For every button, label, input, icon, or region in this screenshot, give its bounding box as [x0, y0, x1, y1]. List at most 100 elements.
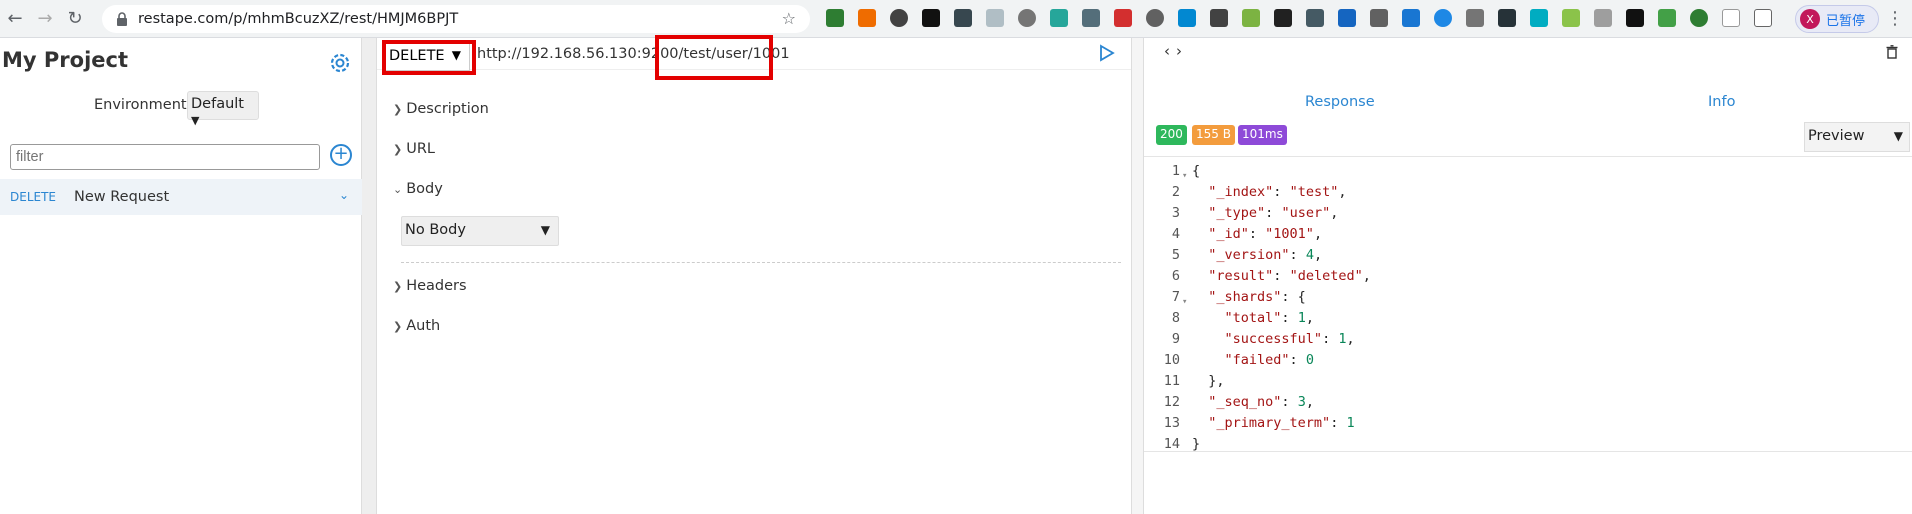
code-line: } — [1192, 436, 1201, 452]
section-headers[interactable]: ❯ Headers — [393, 278, 467, 294]
tab-info[interactable]: Info — [1708, 94, 1735, 110]
chevron-right-icon: ❯ — [393, 280, 403, 293]
extension-icon[interactable] — [922, 9, 940, 27]
code-line: "_id": "1001", — [1208, 226, 1323, 242]
profile-label: 已暂停 — [1826, 13, 1866, 29]
more-menu-icon[interactable]: ⋮ — [1886, 8, 1904, 29]
line-number: 11 — [1163, 373, 1180, 389]
request-list-item[interactable]: DELETE New Request ⌄ — [0, 179, 362, 215]
section-headers-label: Headers — [406, 278, 467, 294]
chevron-down-icon: ▼ — [1893, 129, 1903, 143]
extension-icon[interactable] — [1498, 9, 1516, 27]
tab-response[interactable]: Response — [1305, 94, 1375, 110]
extension-icon[interactable] — [1146, 9, 1164, 27]
body-type-select[interactable]: No Body ▼ — [401, 216, 559, 246]
status-badge: 200 — [1156, 125, 1187, 145]
environment-select[interactable]: Default ▼ — [187, 91, 259, 127]
media-icon[interactable] — [1754, 9, 1772, 27]
back-icon[interactable]: ← — [0, 4, 30, 34]
extension-icon[interactable] — [1370, 9, 1388, 27]
gear-icon[interactable] — [327, 50, 353, 76]
trash-icon[interactable] — [1886, 44, 1898, 59]
send-icon[interactable] — [1099, 44, 1115, 62]
fold-arrow-icon[interactable]: ▾ — [1182, 166, 1187, 187]
reload-icon[interactable]: ↻ — [60, 4, 90, 34]
line-number: 5 — [1171, 247, 1180, 263]
chevron-right-icon[interactable]: › — [1176, 42, 1188, 60]
code-line: "_type": "user", — [1208, 205, 1339, 221]
lock-icon — [116, 12, 128, 26]
chevron-left-icon[interactable]: ‹ — [1164, 42, 1176, 60]
extension-icon[interactable] — [1210, 9, 1228, 27]
extension-icon[interactable] — [1626, 9, 1644, 27]
line-number: 6 — [1171, 268, 1180, 284]
code-line: "_shards": { — [1208, 289, 1306, 305]
section-auth[interactable]: ❯ Auth — [393, 318, 440, 334]
line-number: 7 — [1171, 289, 1180, 305]
extension-icon[interactable] — [1434, 9, 1452, 27]
extension-icon[interactable] — [1018, 9, 1036, 27]
extension-icon[interactable] — [986, 9, 1004, 27]
request-method-label: DELETE — [10, 190, 57, 204]
chevron-right-icon: ❯ — [393, 320, 403, 333]
code-line: "_index": "test", — [1208, 184, 1347, 200]
time-badge: 101ms — [1238, 125, 1287, 145]
line-number: 2 — [1171, 184, 1180, 200]
body-type-value: No Body — [405, 222, 466, 238]
url-path-highlight — [655, 35, 773, 80]
forward-icon[interactable]: → — [30, 4, 60, 34]
extension-icon[interactable] — [1082, 9, 1100, 27]
section-body[interactable]: ⌄ Body — [393, 181, 443, 197]
browser-toolbar: ← → ↻ restape.com/p/mhmBcuzXZ/rest/HMJM6… — [0, 0, 1912, 38]
section-body-label: Body — [406, 181, 443, 197]
extension-icon[interactable] — [1562, 9, 1580, 27]
extension-icon[interactable] — [1722, 9, 1740, 27]
extension-icon[interactable] — [890, 9, 908, 27]
environment-value: Default — [191, 96, 244, 112]
extension-icon[interactable] — [1050, 9, 1068, 27]
request-name: New Request — [74, 189, 170, 205]
extension-icon[interactable] — [1658, 9, 1676, 27]
line-number: 10 — [1163, 352, 1180, 368]
extension-icon[interactable] — [1274, 9, 1292, 27]
section-url[interactable]: ❯ URL — [393, 141, 435, 157]
extension-icon[interactable] — [1594, 9, 1612, 27]
extension-icon[interactable] — [1178, 9, 1196, 27]
sidebar-resizer[interactable] — [362, 38, 377, 514]
view-mode-value: Preview — [1808, 128, 1865, 144]
add-request-button[interactable]: + — [330, 144, 352, 166]
section-auth-label: Auth — [406, 318, 441, 334]
panel-resizer[interactable] — [1131, 38, 1144, 514]
code-line: "result": "deleted", — [1208, 268, 1371, 284]
line-number: 14 — [1163, 436, 1180, 452]
extension-icon[interactable] — [1402, 9, 1420, 27]
history-nav[interactable]: ‹› — [1164, 42, 1188, 60]
section-description[interactable]: ❯ Description — [393, 101, 489, 117]
extension-icon[interactable] — [1338, 9, 1356, 27]
extension-icon[interactable] — [826, 9, 844, 27]
extension-icon[interactable] — [1306, 9, 1324, 27]
response-editor[interactable]: 1 2 3 4 5 6 7 8 9 10 11 12 13 14 ▾ ▾ {"… — [1144, 156, 1912, 452]
extension-icon[interactable] — [1530, 9, 1548, 27]
view-mode-select[interactable]: Preview ▼ — [1804, 122, 1910, 152]
chevron-down-icon: ⌄ — [393, 183, 403, 196]
url-bar: DELETE ▼ http://192.168.56.130:9200/test… — [377, 35, 1131, 80]
chevron-right-icon: ❯ — [393, 143, 403, 156]
extension-icon[interactable] — [1466, 9, 1484, 27]
json-code: { "_index": "test", "_type": "user", "_i… — [1192, 161, 1371, 455]
extension-icon[interactable] — [858, 9, 876, 27]
address-bar[interactable]: restape.com/p/mhmBcuzXZ/rest/HMJM6BPJT ☆ — [102, 5, 810, 33]
fold-arrow-icon[interactable]: ▾ — [1182, 292, 1187, 313]
extension-icon[interactable] — [1690, 9, 1708, 27]
extension-icon[interactable] — [954, 9, 972, 27]
profile-button[interactable]: X 已暂停 — [1795, 5, 1879, 33]
line-gutter: 1 2 3 4 5 6 7 8 9 10 11 12 13 14 — [1144, 161, 1180, 455]
code-line: "successful": 1, — [1224, 331, 1355, 347]
extension-icon[interactable] — [1114, 9, 1132, 27]
chevron-down-icon[interactable]: ⌄ — [339, 188, 349, 202]
sidebar: My Project Environment Default ▼ + DELET… — [0, 38, 362, 514]
bookmark-star-icon[interactable]: ☆ — [782, 9, 796, 28]
line-number: 3 — [1171, 205, 1180, 221]
extension-icon[interactable] — [1242, 9, 1260, 27]
filter-input[interactable] — [10, 144, 320, 170]
